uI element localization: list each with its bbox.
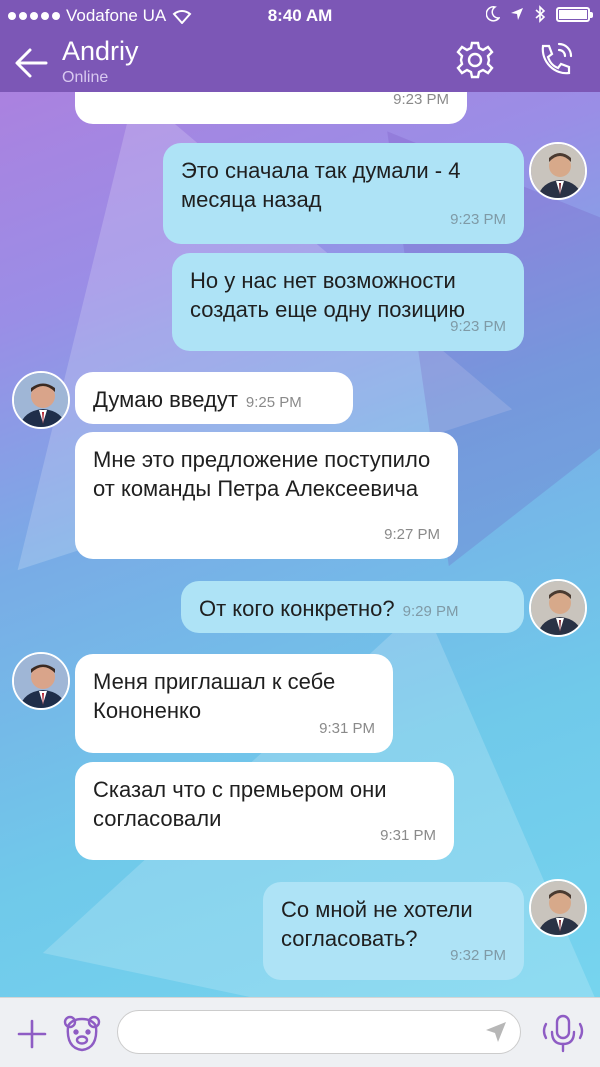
message-text: Мне это предложение поступило от команды… bbox=[93, 447, 431, 501]
message-time: 9:25 PM bbox=[245, 394, 302, 411]
avatar-contact[interactable] bbox=[12, 652, 70, 710]
status-bar: Vodafone UA 8:40 AM bbox=[0, 0, 600, 32]
message-bubble-incoming[interactable]: Думаю введут 9:25 PM bbox=[75, 372, 353, 424]
message-bubble-outgoing[interactable]: Со мной не хотели согласовать? 9:32 PM bbox=[263, 882, 524, 980]
message-time: 9:27 PM bbox=[384, 526, 440, 543]
message-bubble-incoming[interactable]: Меня приглашал к себе Кононенко 9:31 PM bbox=[75, 654, 393, 753]
message-input[interactable] bbox=[117, 1010, 521, 1054]
moon-icon bbox=[486, 6, 500, 22]
microphone-icon[interactable] bbox=[538, 1012, 588, 1054]
message-time: 9:23 PM bbox=[450, 211, 506, 228]
message-bubble-outgoing[interactable]: Но у нас нет возможности создать еще одн… bbox=[172, 253, 524, 351]
message-time: 9:29 PM bbox=[402, 603, 459, 620]
status-icons bbox=[486, 5, 593, 23]
bear-sticker-icon[interactable] bbox=[62, 1014, 102, 1054]
message-time: 9:23 PM bbox=[450, 318, 506, 335]
contact-name[interactable]: Andriy bbox=[62, 36, 139, 67]
location-arrow-icon bbox=[511, 8, 523, 20]
back-arrow-icon[interactable] bbox=[14, 46, 50, 80]
phone-call-icon[interactable] bbox=[535, 40, 575, 80]
avatar-contact[interactable] bbox=[12, 371, 70, 429]
message-bubble-outgoing[interactable]: От кого конкретно? 9:29 PM bbox=[181, 581, 524, 633]
send-arrow-icon[interactable] bbox=[484, 1020, 508, 1044]
message-bubble-incoming[interactable]: Сказал что с премьером они согласовали 9… bbox=[75, 762, 454, 860]
message-bubble-incoming[interactable]: Мне это предложение поступило от команды… bbox=[75, 432, 458, 559]
chat-header-overlay: Andriy Online bbox=[0, 32, 600, 92]
message-time: 9:31 PM bbox=[380, 827, 436, 844]
gear-icon[interactable] bbox=[455, 40, 495, 80]
message-bubble-outgoing[interactable]: Это сначала так думали - 4 месяца назад … bbox=[163, 143, 524, 244]
message-text: Думаю введут bbox=[93, 387, 238, 412]
message-time: 9:32 PM bbox=[450, 947, 506, 964]
composer-bar bbox=[0, 997, 600, 1067]
avatar-self[interactable] bbox=[529, 579, 587, 637]
message-text: От кого конкретно? bbox=[199, 596, 395, 621]
contact-status: Online bbox=[62, 69, 109, 86]
message-time: 9:31 PM bbox=[319, 720, 375, 737]
avatar-self[interactable] bbox=[529, 879, 587, 937]
avatar-self[interactable] bbox=[529, 142, 587, 200]
plus-icon[interactable] bbox=[16, 1018, 48, 1050]
battery-icon bbox=[556, 6, 593, 22]
bluetooth-icon bbox=[535, 5, 546, 23]
